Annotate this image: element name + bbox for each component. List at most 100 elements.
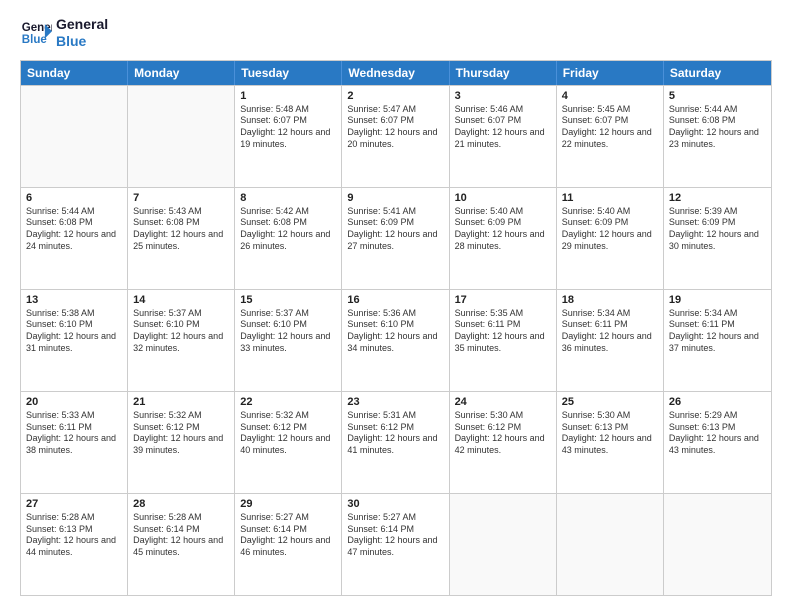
cal-cell: 2Sunrise: 5:47 AMSunset: 6:07 PMDaylight… [342,86,449,187]
page: General Blue General Blue SundayMondayTu… [0,0,792,612]
cal-cell [21,86,128,187]
cell-sun-info: Sunrise: 5:27 AMSunset: 6:14 PMDaylight:… [240,512,336,559]
day-number: 5 [669,90,766,102]
cal-cell: 3Sunrise: 5:46 AMSunset: 6:07 PMDaylight… [450,86,557,187]
cell-sun-info: Sunrise: 5:41 AMSunset: 6:09 PMDaylight:… [347,206,443,253]
cell-sun-info: Sunrise: 5:32 AMSunset: 6:12 PMDaylight:… [240,410,336,457]
cell-sun-info: Sunrise: 5:28 AMSunset: 6:13 PMDaylight:… [26,512,122,559]
day-number: 30 [347,498,443,510]
day-header-wednesday: Wednesday [342,61,449,85]
day-number: 28 [133,498,229,510]
cal-cell [664,494,771,595]
header: General Blue General Blue [20,16,772,50]
day-header-sunday: Sunday [21,61,128,85]
cal-cell: 29 Sunrise: 5:27 AMSunset: 6:14 PMDayligh… [235,494,342,595]
logo: General Blue General Blue [20,16,108,50]
cell-sun-info: Sunrise: 5:31 AMSunset: 6:12 PMDaylight:… [347,410,443,457]
day-number: 9 [347,192,443,204]
cal-cell: 22 Sunrise: 5:32 AMSunset: 6:12 PMDayligh… [235,392,342,493]
cal-cell: 26Sunrise: 5:29 AMSunset: 6:13 PMDayligh… [664,392,771,493]
day-number: 8 [240,192,336,204]
cell-sun-info: Sunrise: 5:40 AMSunset: 6:09 PMDaylight:… [562,206,658,253]
cal-cell [128,86,235,187]
cell-sun-info: Sunrise: 5:30 AMSunset: 6:13 PMDaylight:… [562,410,658,457]
day-number: 16 [347,294,443,306]
day-number: 24 [455,396,551,408]
day-number: 11 [562,192,658,204]
day-number: 17 [455,294,551,306]
cal-cell: 6Sunrise: 5:44 AMSunset: 6:08 PMDaylight… [21,188,128,289]
cal-cell: 27 Sunrise: 5:28 AMSunset: 6:13 PMDayligh… [21,494,128,595]
day-number: 22 [240,396,336,408]
day-number: 12 [669,192,766,204]
cal-cell [557,494,664,595]
cell-sun-info: Sunrise: 5:40 AMSunset: 6:09 PMDaylight:… [455,206,551,253]
cal-cell: 13Sunrise: 5:38 AMSunset: 6:10 PMDayligh… [21,290,128,391]
cell-sun-info: Sunrise: 5:27 AMSunset: 6:14 PMDaylight:… [347,512,443,559]
day-number: 29 [240,498,336,510]
cal-cell: 20Sunrise: 5:33 AMSunset: 6:11 PMDayligh… [21,392,128,493]
day-number: 3 [455,90,551,102]
day-number: 4 [562,90,658,102]
day-header-thursday: Thursday [450,61,557,85]
day-number: 15 [240,294,336,306]
svg-text:Blue: Blue [22,34,48,46]
cal-cell: 14 Sunrise: 5:37 AMSunset: 6:10 PMDayligh… [128,290,235,391]
cal-cell: 30 Sunrise: 5:27 AMSunset: 6:14 PMDayligh… [342,494,449,595]
cal-cell: 7Sunrise: 5:43 AMSunset: 6:08 PMDaylight… [128,188,235,289]
cell-sun-info: Sunrise: 5:32 AMSunset: 6:12 PMDaylight:… [133,410,229,457]
week-row-3: 13Sunrise: 5:38 AMSunset: 6:10 PMDayligh… [21,289,771,391]
day-number: 7 [133,192,229,204]
cal-cell: 17 Sunrise: 5:35 AMSunset: 6:11 PMDayligh… [450,290,557,391]
day-number: 10 [455,192,551,204]
day-number: 14 [133,294,229,306]
day-number: 23 [347,396,443,408]
logo-icon: General Blue [20,17,52,49]
calendar: SundayMondayTuesdayWednesdayThursdayFrid… [20,60,772,596]
cell-sun-info: Sunrise: 5:37 AMSunset: 6:10 PMDaylight:… [240,308,336,355]
cal-cell: 10 Sunrise: 5:40 AMSunset: 6:09 PMDayligh… [450,188,557,289]
cal-cell: 28 Sunrise: 5:28 AMSunset: 6:14 PMDayligh… [128,494,235,595]
cal-cell: 23 Sunrise: 5:31 AMSunset: 6:12 PMDayligh… [342,392,449,493]
cal-cell [450,494,557,595]
day-header-tuesday: Tuesday [235,61,342,85]
cell-sun-info: Sunrise: 5:45 AMSunset: 6:07 PMDaylight:… [562,104,658,151]
cell-sun-info: Sunrise: 5:30 AMSunset: 6:12 PMDaylight:… [455,410,551,457]
week-row-2: 6Sunrise: 5:44 AMSunset: 6:08 PMDaylight… [21,187,771,289]
cal-cell: 12 Sunrise: 5:39 AMSunset: 6:09 PMDayligh… [664,188,771,289]
cell-sun-info: Sunrise: 5:42 AMSunset: 6:08 PMDaylight:… [240,206,336,253]
day-number: 25 [562,396,658,408]
cell-sun-info: Sunrise: 5:44 AMSunset: 6:08 PMDaylight:… [669,104,766,151]
cell-sun-info: Sunrise: 5:33 AMSunset: 6:11 PMDaylight:… [26,410,122,457]
cell-sun-info: Sunrise: 5:34 AMSunset: 6:11 PMDaylight:… [562,308,658,355]
day-header-friday: Friday [557,61,664,85]
calendar-body: 1 Sunrise: 5:48 AMSunset: 6:07 PMDaylight… [21,85,771,595]
calendar-header-row: SundayMondayTuesdayWednesdayThursdayFrid… [21,61,771,85]
week-row-4: 20Sunrise: 5:33 AMSunset: 6:11 PMDayligh… [21,391,771,493]
cell-sun-info: Sunrise: 5:34 AMSunset: 6:11 PMDaylight:… [669,308,766,355]
day-number: 13 [26,294,122,306]
day-number: 19 [669,294,766,306]
logo-line2: Blue [56,33,108,50]
cell-sun-info: Sunrise: 5:44 AMSunset: 6:08 PMDaylight:… [26,206,122,253]
day-header-saturday: Saturday [664,61,771,85]
cell-sun-info: Sunrise: 5:28 AMSunset: 6:14 PMDaylight:… [133,512,229,559]
cell-sun-info: Sunrise: 5:47 AMSunset: 6:07 PMDaylight:… [347,104,443,151]
cal-cell: 9 Sunrise: 5:41 AMSunset: 6:09 PMDaylight… [342,188,449,289]
logo-line1: General [56,16,108,33]
cell-sun-info: Sunrise: 5:29 AMSunset: 6:13 PMDaylight:… [669,410,766,457]
cell-sun-info: Sunrise: 5:48 AMSunset: 6:07 PMDaylight:… [240,104,336,151]
cal-cell: 1 Sunrise: 5:48 AMSunset: 6:07 PMDaylight… [235,86,342,187]
cal-cell: 11 Sunrise: 5:40 AMSunset: 6:09 PMDayligh… [557,188,664,289]
cal-cell: 24 Sunrise: 5:30 AMSunset: 6:12 PMDayligh… [450,392,557,493]
week-row-5: 27 Sunrise: 5:28 AMSunset: 6:13 PMDayligh… [21,493,771,595]
day-number: 21 [133,396,229,408]
cell-sun-info: Sunrise: 5:37 AMSunset: 6:10 PMDaylight:… [133,308,229,355]
cal-cell: 21 Sunrise: 5:32 AMSunset: 6:12 PMDayligh… [128,392,235,493]
day-number: 1 [240,90,336,102]
day-header-monday: Monday [128,61,235,85]
cell-sun-info: Sunrise: 5:35 AMSunset: 6:11 PMDaylight:… [455,308,551,355]
day-number: 27 [26,498,122,510]
cell-sun-info: Sunrise: 5:39 AMSunset: 6:09 PMDaylight:… [669,206,766,253]
cal-cell: 15 Sunrise: 5:37 AMSunset: 6:10 PMDayligh… [235,290,342,391]
